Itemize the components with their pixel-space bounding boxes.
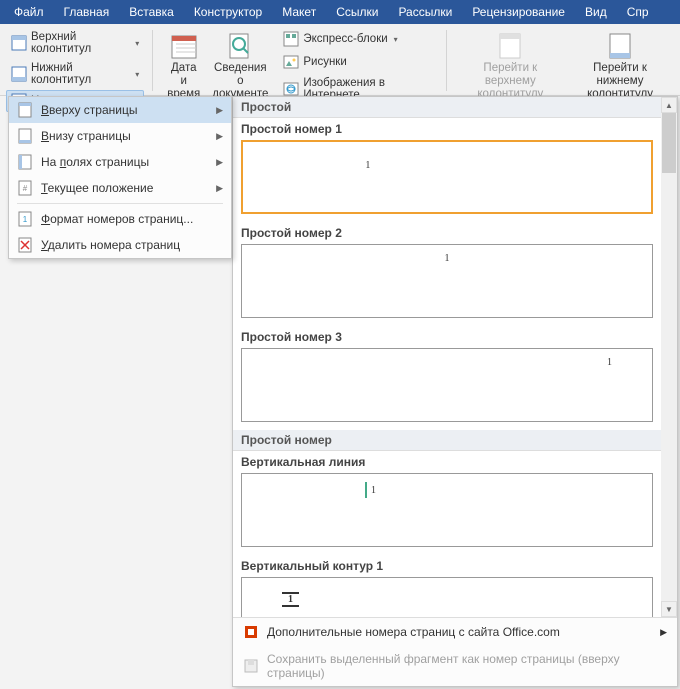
- gallery-item-title: Вертикальная линия: [233, 451, 661, 471]
- submenu-label: Формат номеров страниц...: [41, 212, 193, 226]
- arrow-right-icon: ▶: [216, 105, 223, 116]
- page-number-preview: 1: [445, 253, 450, 264]
- submenu-top-of-page[interactable]: Вверху страницы ▶: [9, 97, 231, 123]
- date-time-button[interactable]: Дата и время: [161, 28, 206, 103]
- gallery-item-title: Вертикальный контур 1: [233, 555, 661, 575]
- svg-text:#: #: [23, 184, 28, 193]
- gallery-item-title: Простой номер 1: [233, 118, 661, 138]
- arrow-right-icon: ▶: [660, 627, 667, 638]
- scrollbar[interactable]: ▲ ▼: [661, 97, 677, 617]
- goto-footer-icon: [604, 30, 636, 62]
- online-picture-icon: [283, 81, 299, 97]
- gallery-scroll[interactable]: Простой Простой номер 1 1 Простой номер …: [233, 97, 677, 617]
- submenu-current-position[interactable]: # Текущее положение ▶: [9, 175, 231, 201]
- doc-info-icon: [224, 30, 256, 62]
- more-from-office-button[interactable]: Дополнительные номера страниц с сайта Of…: [233, 618, 677, 646]
- caret-icon: ▾: [135, 39, 139, 48]
- save-label: Сохранить выделенный фрагмент как номер …: [267, 652, 667, 680]
- calendar-icon: [168, 30, 200, 62]
- save-selection-button: Сохранить выделенный фрагмент как номер …: [233, 646, 677, 686]
- caret-icon: ▾: [135, 70, 139, 79]
- page-number-preview: 1: [365, 482, 376, 498]
- header-icon: [11, 35, 27, 51]
- current-pos-icon: #: [17, 180, 33, 196]
- gallery-section-header: Простой номер: [233, 430, 661, 451]
- menu-view[interactable]: Вид: [575, 0, 617, 24]
- menu-constructor[interactable]: Конструктор: [184, 0, 272, 24]
- margins-icon: [17, 154, 33, 170]
- footer-icon: [11, 66, 27, 82]
- bottom-page-icon: [17, 128, 33, 144]
- remove-icon: [17, 237, 33, 253]
- submenu-label: Удалить номера страниц: [41, 238, 180, 252]
- goto-header-icon: [494, 30, 526, 62]
- page-number-submenu: Вверху страницы ▶ Внизу страницы ▶ На по…: [8, 96, 232, 259]
- scroll-down-icon[interactable]: ▼: [661, 601, 677, 617]
- submenu-format-numbers[interactable]: 1 Формат номеров страниц...: [9, 206, 231, 232]
- gallery-footer: Дополнительные номера страниц с сайта Of…: [233, 617, 677, 686]
- scroll-up-icon[interactable]: ▲: [661, 97, 677, 113]
- submenu-page-margins[interactable]: На полях страницы ▶: [9, 149, 231, 175]
- quick-parts-label: Экспресс-блоки: [303, 33, 387, 45]
- header-bottom-button[interactable]: Нижний колонтитул ▾: [6, 59, 144, 89]
- menu-home[interactable]: Главная: [54, 0, 120, 24]
- ribbon: Верхний колонтитул ▾ Нижний колонтитул ▾…: [0, 24, 680, 96]
- submenu-remove-numbers[interactable]: Удалить номера страниц: [9, 232, 231, 258]
- page-number-preview: 1: [282, 592, 299, 607]
- page-number-preview: 1: [365, 160, 370, 171]
- gallery-item-title: Простой номер 3: [233, 326, 661, 346]
- svg-text:1: 1: [23, 215, 28, 224]
- page-number-preview: 1: [607, 357, 612, 368]
- arrow-right-icon: ▶: [216, 157, 223, 168]
- gallery-item-vertical-line[interactable]: 1: [241, 473, 653, 547]
- goto-footer-button[interactable]: Перейти к нижнему колонтитулу: [566, 28, 674, 103]
- header-top-button[interactable]: Верхний колонтитул ▾: [6, 28, 144, 58]
- header-bottom-label: Нижний колонтитул: [31, 62, 129, 86]
- menu-insert[interactable]: Вставка: [119, 0, 184, 24]
- submenu-label: Внизу страницы: [41, 129, 131, 143]
- office-icon: [243, 624, 259, 640]
- arrow-right-icon: ▶: [216, 183, 223, 194]
- gallery-section-header: Простой: [233, 97, 661, 118]
- pictures-button[interactable]: Рисунки: [278, 51, 437, 73]
- goto-header-button[interactable]: Перейти к верхнему колонтитулу: [455, 28, 567, 103]
- scrollbar-thumb[interactable]: [662, 113, 676, 173]
- more-label: Дополнительные номера страниц с сайта Of…: [267, 625, 560, 639]
- gallery-item-simple-2[interactable]: 1: [241, 244, 653, 318]
- submenu-label: Вверху страницы: [41, 103, 137, 117]
- menu-help[interactable]: Спр: [617, 0, 659, 24]
- submenu-label: На полях страницы: [41, 155, 149, 169]
- arrow-right-icon: ▶: [216, 131, 223, 142]
- top-page-icon: [17, 102, 33, 118]
- header-top-label: Верхний колонтитул: [31, 31, 129, 55]
- page-number-gallery: Простой Простой номер 1 1 Простой номер …: [232, 96, 678, 687]
- gallery-item-simple-3[interactable]: 1: [241, 348, 653, 422]
- menu-mailings[interactable]: Рассылки: [388, 0, 462, 24]
- menubar: Файл Главная Вставка Конструктор Макет С…: [0, 0, 680, 24]
- quick-parts-icon: [283, 31, 299, 47]
- menu-file[interactable]: Файл: [4, 0, 54, 24]
- menu-references[interactable]: Ссылки: [326, 0, 388, 24]
- submenu-label: Текущее положение: [41, 181, 153, 195]
- gallery-item-simple-1[interactable]: 1: [241, 140, 653, 214]
- menu-layout[interactable]: Макет: [272, 0, 326, 24]
- gallery-item-vertical-outline-1[interactable]: 1: [241, 577, 653, 617]
- quick-parts-button[interactable]: Экспресс-блоки ▾: [278, 28, 437, 50]
- submenu-bottom-of-page[interactable]: Внизу страницы ▶: [9, 123, 231, 149]
- save-icon: [243, 658, 259, 674]
- caret-icon: ▾: [394, 35, 398, 44]
- picture-icon: [283, 54, 299, 70]
- pictures-label: Рисунки: [303, 56, 346, 68]
- format-icon: 1: [17, 211, 33, 227]
- gallery-item-title: Простой номер 2: [233, 222, 661, 242]
- menu-review[interactable]: Рецензирование: [462, 0, 575, 24]
